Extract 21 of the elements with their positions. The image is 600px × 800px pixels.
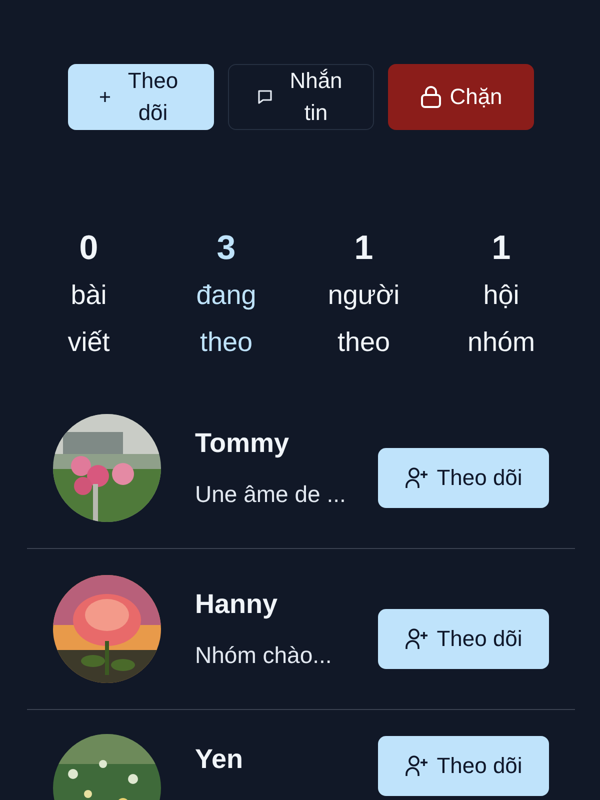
- follow-button[interactable]: Theo dõi: [378, 736, 549, 796]
- user-name: Hanny: [195, 589, 279, 620]
- follow-button[interactable]: Theo dõi: [378, 448, 549, 508]
- stat-tab[interactable]: 3 đang theo: [158, 228, 295, 366]
- user-name: Yen: [195, 744, 244, 775]
- follow-button[interactable]: Theo dõi: [378, 609, 549, 669]
- message-button[interactable]: Nhắn tin: [228, 64, 374, 130]
- stat-tab[interactable]: 1 hội nhóm: [432, 228, 570, 366]
- stat-tab[interactable]: 0 bài viết: [20, 228, 158, 366]
- lock-icon: [420, 85, 442, 109]
- follow-button[interactable]: Theo dõi: [68, 64, 214, 130]
- plus-icon: [99, 91, 111, 103]
- block-button[interactable]: Chặn: [388, 64, 534, 130]
- add-user-icon: [404, 755, 429, 777]
- add-user-icon: [404, 628, 429, 650]
- user-bio: Une âme de ...: [195, 481, 347, 508]
- chat-icon: [256, 88, 274, 106]
- add-user-icon: [404, 467, 429, 489]
- stat-tab[interactable]: 1 người theo: [295, 228, 432, 366]
- user-bio: Nhóm chào...: [195, 642, 333, 669]
- user-name: Tommy: [195, 428, 290, 459]
